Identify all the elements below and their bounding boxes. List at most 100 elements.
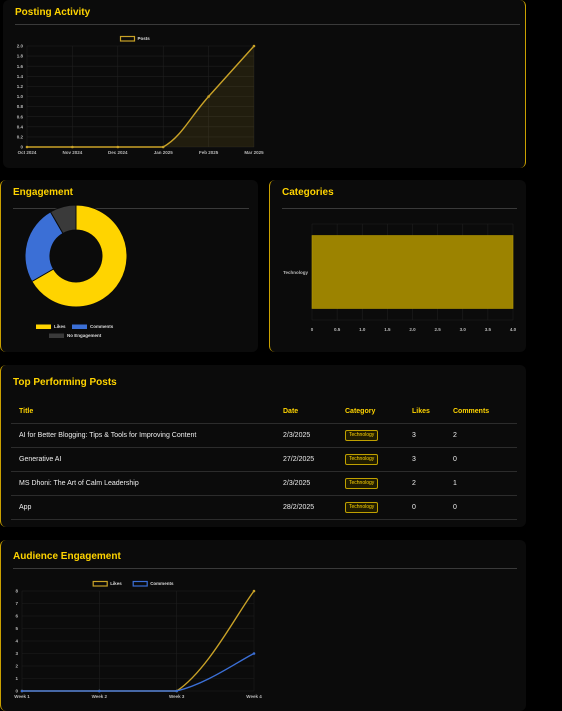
legend-swatch [92,580,108,587]
legend-label: Posts [138,36,151,41]
y-tick-label: 0 [15,689,18,694]
y-tick-label: 0.4 [17,124,24,129]
engagement-chart: Likes Comments No Engagement [24,204,128,338]
y-tick-label: 1 [15,676,18,681]
post-comments: 2 [453,423,517,448]
post-likes: 0 [412,495,453,520]
y-tick-label: 1.6 [17,64,24,69]
column-header-likes: Likes [412,407,430,415]
data-point [116,145,120,149]
x-tick-label: 0.5 [334,327,341,332]
post-title[interactable]: MS Dhoni: The Art of Calm Leadership [11,471,283,496]
series-line [22,652,255,692]
x-tick-label: Week 2 [92,694,108,699]
engagement-card: Engagement Likes Comments No Engagement [0,180,258,352]
post-comments: 1 [453,471,517,496]
x-tick-label: Nov 2024 [63,150,83,155]
legend-label: Likes [110,581,122,586]
data-point [252,652,256,655]
post-date: 2/3/2025 [283,471,345,496]
audience-engagement-chart: 0 1 2 3 4 5 6 7 8 Week 1 Week 2 Week 3 Week 4 Likes Co… [14,580,262,699]
y-tick-label: 5 [15,626,18,631]
y-tick-label: 6 [15,614,18,619]
data-point [25,145,29,149]
legend-swatch [49,333,64,338]
column-header-title: Title [19,407,34,415]
post-comments: 0 [453,495,517,520]
category-badge: Technology [345,454,379,465]
y-tick-label: 1.2 [17,84,24,89]
post-likes: 3 [412,447,453,472]
data-point [207,95,210,98]
x-tick-label: 2.5 [434,327,441,332]
table-row[interactable]: MS Dhoni: The Art of Calm Leadership 2/3… [11,471,517,496]
table-row[interactable]: Generative AI 27/2/2025 Technology 3 0 [11,447,517,472]
x-tick-label: Week 4 [246,694,262,699]
x-tick-label: 3.0 [460,327,467,332]
x-tick-label: Mar 2025 [244,150,264,155]
categories-chart: 0 0.5 1.0 1.5 2.0 2.5 3.0 3.5 4.0 Technology [283,223,517,332]
y-tick-label: 2 [15,664,18,669]
post-comments: 0 [453,447,517,472]
x-tick-label: 4.0 [510,327,517,332]
data-point [98,689,101,693]
y-tick-label: 0.2 [17,135,24,140]
legend-label: Likes [54,324,66,329]
category-badge: Technology [345,430,379,441]
post-title[interactable]: AI for Better Blogging: Tips & Tools for… [11,423,283,448]
column-header-comments: Comments [453,407,490,415]
legend-swatch [119,35,136,42]
y-tick-label: 0 [20,145,23,150]
legend-swatch [132,580,148,587]
table-header-row: Title Date Category Likes Comments [11,399,517,424]
legend-swatch [72,324,87,329]
posting-activity-card: Posting Activity 0 0.2 0.4 0.6 0.8 1.0 1.2 1.4 1… [3,0,526,168]
x-tick-label: Dec 2024 [108,150,128,155]
table-row[interactable]: AI for Better Blogging: Tips & Tools for… [11,423,517,448]
y-tick-label: 7 [15,601,18,606]
y-tick-label: 3 [15,651,18,656]
x-tick-label: 1.0 [359,327,366,332]
y-tick-label: 1.0 [17,94,24,99]
bar [311,235,514,309]
y-tick-label: 0.6 [17,114,24,119]
post-title[interactable]: App [11,495,283,520]
posting-activity-chart: 0 0.2 0.4 0.6 0.8 1.0 1.2 1.4 1.6 1.8 2.0 Oct 2024 N… [17,35,264,155]
data-point [175,689,178,693]
x-tick-label: Week 1 [14,694,30,699]
data-point [71,145,74,149]
data-point [252,44,256,48]
top-posts-card: Top Performing Posts Title Date Category… [0,365,526,527]
y-tick-label: 1.8 [17,54,24,59]
x-tick-label: Jan 2025 [154,150,174,155]
column-header-date: Date [283,407,299,415]
post-likes: 2 [412,471,453,496]
post-likes: 3 [412,423,453,448]
data-point [252,589,256,593]
y-tick-label: 1.4 [17,74,24,79]
x-tick-label: 3.5 [485,327,492,332]
top-posts-table: Title Date Category Likes Comments AI fo… [11,399,517,520]
y-tick-label: 8 [15,589,18,594]
post-date: 28/2/2025 [283,495,345,520]
legend-label: Comments [150,581,174,586]
post-date: 27/2/2025 [283,447,345,472]
categories-card: Categories 0 0.5 1.0 1.5 2.0 2.5 3.0 3.5 4.0 Tech… [269,180,526,352]
y-tick-label: 2.0 [17,44,24,49]
x-tick-label: Feb 2025 [199,150,219,155]
x-tick-label: 1.5 [384,327,391,332]
top-posts-title: Top Performing Posts [13,377,117,388]
legend-label: Comments [90,324,114,329]
y-tick-label: 0.8 [17,104,24,109]
data-point [20,689,24,693]
x-tick-label: Oct 2024 [18,150,37,155]
legend-swatch [36,324,51,329]
table-row[interactable]: App 28/2/2025 Technology 0 0 [11,495,517,520]
y-tick-label: 4 [15,639,18,644]
post-title[interactable]: Generative AI [11,447,283,472]
data-point [161,145,165,149]
category-badge: Technology [345,478,379,489]
y-tick-label: Technology [283,270,308,275]
audience-engagement-card: Audience Engagement 0 1 2 3 4 5 6 7 8 Week 1 Week … [0,540,526,711]
category-badge: Technology [345,502,379,513]
